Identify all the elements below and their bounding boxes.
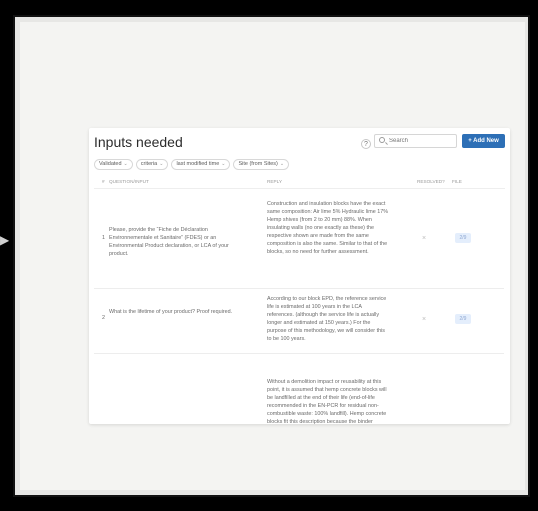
filter-label: Validated — [99, 161, 122, 167]
filter-bar: Validated ⌄ criteria ⌄ last modified time ⌄… — [94, 159, 290, 170]
filter-site-from-sites[interactable]: Site (from Sites) ⌄ — [233, 159, 290, 170]
table-row[interactable]: Without a demolition impact or reusabili… — [94, 354, 504, 424]
arrow-right-icon: ▶ — [0, 233, 10, 247]
filter-label: criteria — [140, 161, 158, 167]
filter-last-modified-time[interactable]: last modified time ⌄ — [171, 159, 231, 170]
column-number: # — [102, 179, 105, 184]
reply-cell: According to our block EPD, the referenc… — [267, 296, 387, 342]
inputs-needed-panel: Inputs needed ? + Add New Validated⌄ cri… — [89, 128, 510, 424]
filter-validated[interactable]: Validated ⌄ — [94, 159, 133, 170]
column-reply: REPLY — [267, 179, 283, 184]
question-cell: Please, provide the “Fiche de Déclaratio… — [109, 227, 229, 257]
app-canvas: Inputs needed ? + Add New Validated⌄ cri… — [20, 22, 525, 490]
filter-criteria[interactable]: criteria ⌄ — [135, 159, 169, 170]
chevron-down-icon: ⌄ — [279, 161, 285, 167]
file-count-badge[interactable]: 2/9 — [455, 233, 471, 243]
add-new-button[interactable]: + Add New — [462, 134, 505, 148]
question-cell: What is the lifetime of your product? Pr… — [109, 309, 233, 315]
table-row[interactable]: 2 What is the lifetime of your product? … — [94, 289, 504, 354]
column-resolved: RESOLVED? — [417, 179, 445, 184]
close-icon[interactable]: × — [422, 316, 430, 323]
chevron-down-icon: ⌄ — [221, 161, 226, 167]
page-title: Inputs needed — [94, 134, 183, 150]
close-icon[interactable]: × — [422, 235, 430, 242]
column-file: FILE — [452, 179, 462, 184]
chevron-down-icon: ⌄ — [123, 161, 128, 167]
file-count-badge[interactable]: 2/9 — [455, 314, 471, 324]
reply-cell: Construction and insulation blocks have … — [267, 201, 389, 255]
reply-cell: Without a demolition impact or reusabili… — [267, 379, 387, 424]
filter-label: Site (from Sites) — [238, 161, 278, 167]
filter-label: last modified time — [176, 161, 220, 167]
search-input[interactable] — [389, 136, 453, 146]
search-icon — [379, 137, 385, 143]
help-icon[interactable]: ? — [361, 139, 371, 149]
table-row[interactable]: 1 Please, provide the “Fiche de Déclarat… — [94, 188, 504, 289]
search-box[interactable] — [374, 134, 457, 148]
column-question-input: QUESTION/INPUT — [109, 179, 149, 184]
chevron-down-icon: ⌄ — [159, 161, 164, 167]
